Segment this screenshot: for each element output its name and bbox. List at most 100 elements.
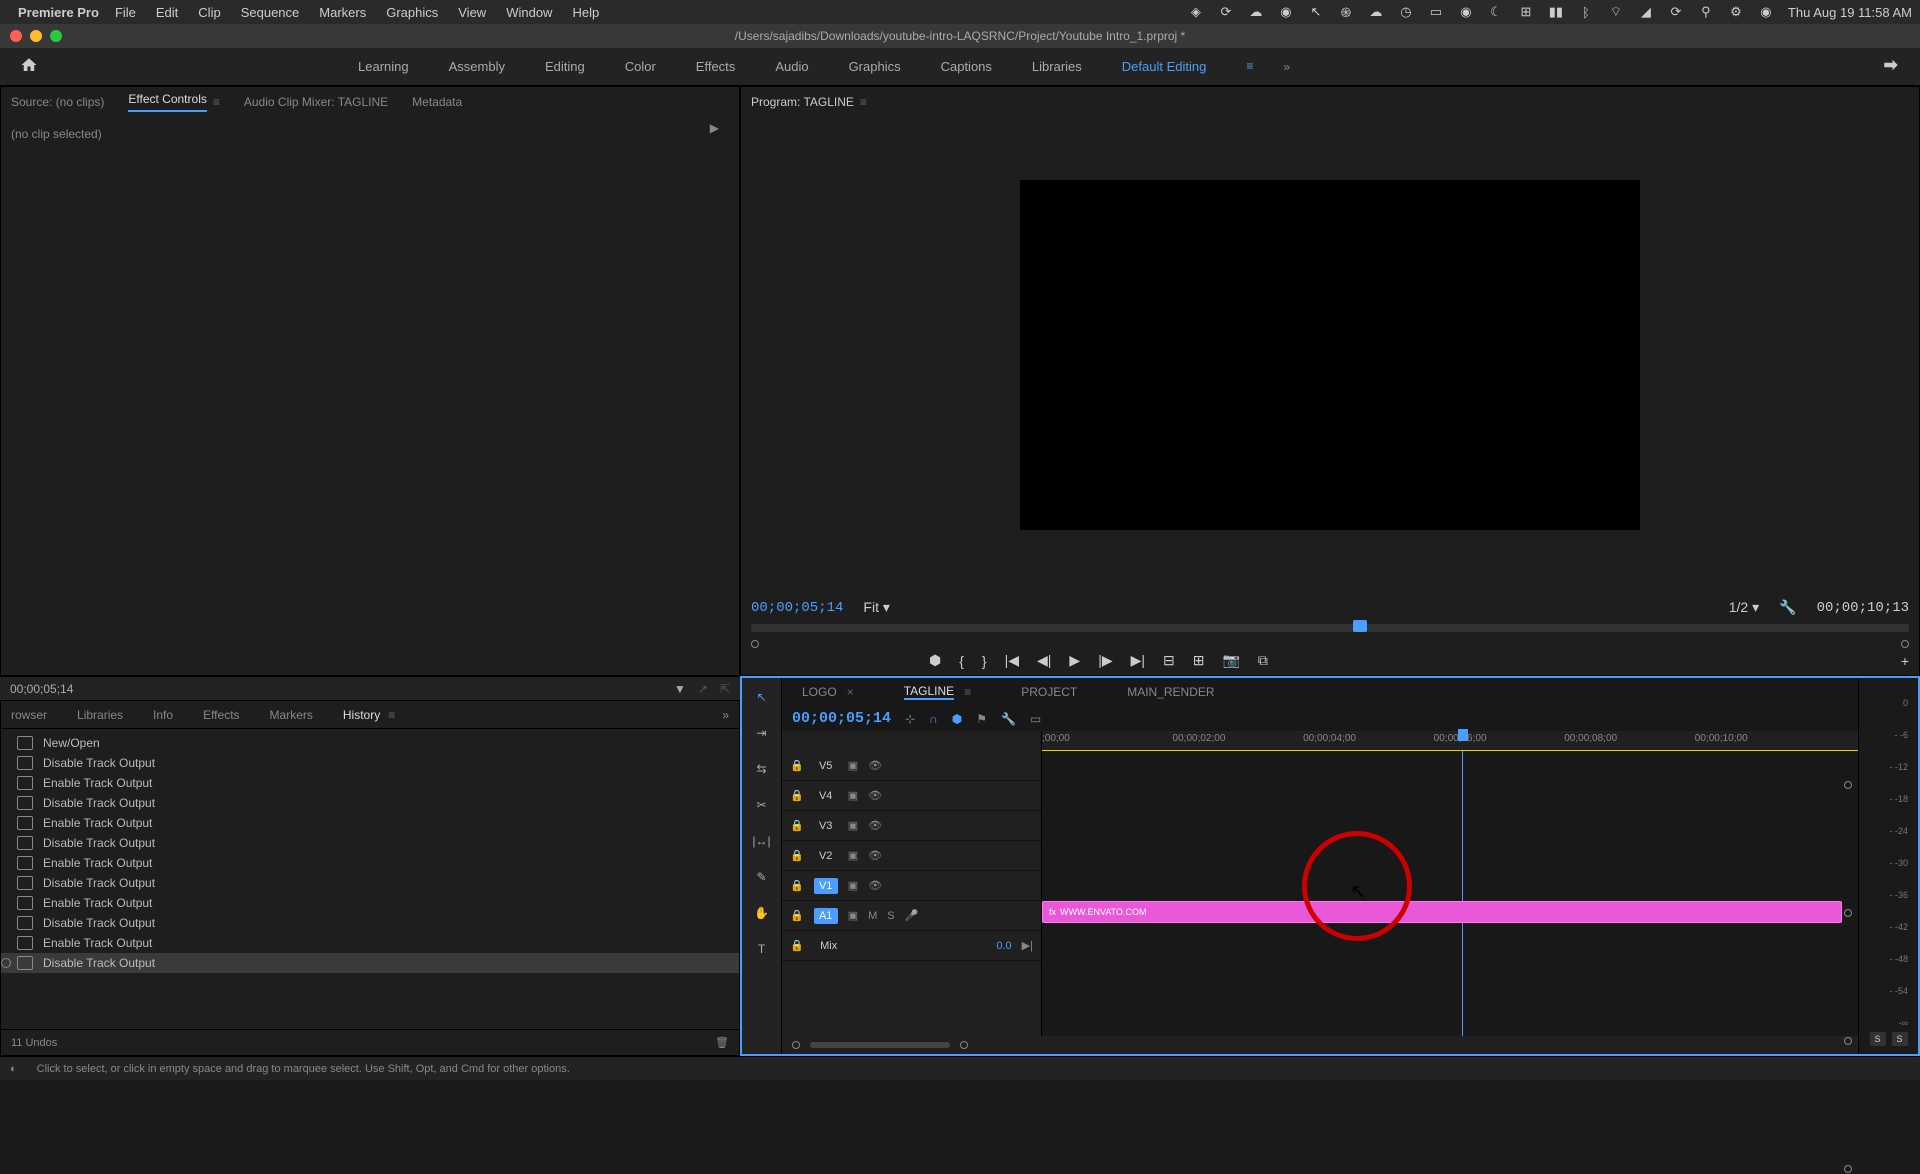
circle-icon[interactable]: ◉ xyxy=(1278,4,1294,20)
spiral-icon[interactable]: ֍ xyxy=(1338,4,1354,20)
menu-help[interactable]: Help xyxy=(572,5,599,20)
workspace-editing[interactable]: Editing xyxy=(545,59,585,74)
go-to-out-icon[interactable]: ▶| xyxy=(1131,652,1145,669)
marker-add-icon[interactable]: ⬢ xyxy=(952,712,962,726)
tab-metadata[interactable]: Metadata xyxy=(412,95,462,109)
search-icon[interactable]: ⚲ xyxy=(1698,4,1714,20)
menu-window[interactable]: Window xyxy=(506,5,552,20)
workspace-assembly[interactable]: Assembly xyxy=(449,59,505,74)
clock-icon[interactable]: ◷ xyxy=(1398,4,1414,20)
lock-icon[interactable]: 🔒 xyxy=(790,819,804,832)
fit-dropdown[interactable]: Fit ▾ xyxy=(863,599,889,616)
history-item[interactable]: New/Open xyxy=(1,733,739,753)
in-point-icon[interactable]: { xyxy=(959,653,964,669)
bluetooth-icon[interactable]: ᛒ xyxy=(1578,4,1594,20)
tab-libraries[interactable]: Libraries xyxy=(77,708,123,722)
home-icon[interactable] xyxy=(20,56,38,77)
time-ruler[interactable]: ;00;00 00;00;02;00 00;00;04;00 00;00;06;… xyxy=(1042,731,1858,751)
arrow-icon[interactable]: ↗ xyxy=(698,682,708,696)
extract-icon[interactable]: ⊞ xyxy=(1193,652,1205,669)
tab-effects[interactable]: Effects xyxy=(203,708,239,722)
sequence-tab-tagline[interactable]: TAGLINE xyxy=(904,684,954,700)
history-item[interactable]: Enable Track Output xyxy=(1,773,739,793)
eye-icon[interactable]: 👁 xyxy=(868,879,882,892)
target-icon[interactable]: ▣ xyxy=(848,789,858,802)
resolution-dropdown[interactable]: 1/2 ▾ xyxy=(1729,599,1759,616)
program-timecode[interactable]: 00;00;05;14 xyxy=(751,600,843,616)
workspace-captions[interactable]: Captions xyxy=(941,59,992,74)
volume-icon[interactable]: ◢ xyxy=(1638,4,1654,20)
track-v2[interactable]: 🔒V2▣👁 xyxy=(782,841,1041,871)
menu-markers[interactable]: Markers xyxy=(319,5,366,20)
history-item[interactable]: Disable Track Output xyxy=(1,913,739,933)
datetime[interactable]: Thu Aug 19 11:58 AM xyxy=(1788,5,1912,20)
history-item[interactable]: Disable Track Output xyxy=(1,753,739,773)
video-clip[interactable]: fx WWW.ENVATO.COM xyxy=(1042,901,1842,923)
target-icon[interactable]: ▣ xyxy=(848,759,858,772)
playhead-marker[interactable] xyxy=(1458,729,1468,741)
lock-icon[interactable]: 🔒 xyxy=(790,909,804,922)
menu-graphics[interactable]: Graphics xyxy=(386,5,438,20)
trash-icon[interactable]: 🗑 xyxy=(715,1036,729,1049)
close-button[interactable] xyxy=(10,30,22,42)
lock-icon[interactable]: 🔒 xyxy=(790,789,804,802)
slip-tool-icon[interactable]: |↔| xyxy=(751,830,773,852)
wrench-icon[interactable]: 🔧 xyxy=(1779,599,1796,616)
menu-view[interactable]: View xyxy=(458,5,486,20)
history-item[interactable]: Disable Track Output xyxy=(1,873,739,893)
dropbox-icon[interactable]: ◈ xyxy=(1188,4,1204,20)
selection-tool-icon[interactable]: ↖ xyxy=(751,686,773,708)
track-v4[interactable]: 🔒V4▣👁 xyxy=(782,781,1041,811)
wrench-icon[interactable]: 🔧 xyxy=(1001,712,1016,726)
razor-tool-icon[interactable]: ✂ xyxy=(751,794,773,816)
cc-icon[interactable]: ▭ xyxy=(1030,712,1041,726)
menu-clip[interactable]: Clip xyxy=(198,5,220,20)
workspace-default-editing[interactable]: Default Editing xyxy=(1122,59,1207,74)
lock-icon[interactable]: 🔒 xyxy=(790,879,804,892)
camera-icon[interactable]: 📷 xyxy=(1222,652,1239,669)
sequence-tab-logo[interactable]: LOGO xyxy=(802,685,837,699)
track-a1[interactable]: 🔒A1▣MS🎤 xyxy=(782,901,1041,931)
mix-value[interactable]: 0.0 xyxy=(996,940,1011,952)
sequence-tab-main-render[interactable]: MAIN_RENDER xyxy=(1127,685,1214,699)
hand-tool-icon[interactable]: ✋ xyxy=(751,902,773,924)
workspace-graphics[interactable]: Graphics xyxy=(849,59,901,74)
windows-icon[interactable]: ⊞ xyxy=(1518,4,1534,20)
panel-menu-icon[interactable]: ≡ xyxy=(964,685,971,699)
track-v1[interactable]: 🔒V1▣👁 xyxy=(782,871,1041,901)
linked-selection-icon[interactable]: ∩ xyxy=(929,712,938,726)
type-tool-icon[interactable]: T xyxy=(751,938,773,960)
cloud-icon[interactable]: ☁ xyxy=(1248,4,1264,20)
play-button[interactable]: ▶ xyxy=(1069,652,1080,669)
mute-icon[interactable]: M xyxy=(868,910,877,922)
refresh-icon[interactable]: ⟳ xyxy=(1668,4,1684,20)
wifi-icon[interactable]: ⌔ xyxy=(1608,4,1624,20)
sync-icon[interactable]: ⟳ xyxy=(1218,4,1234,20)
tab-markers[interactable]: Markers xyxy=(270,708,313,722)
panel-menu-icon[interactable]: ≡ xyxy=(213,95,220,109)
maximize-button[interactable] xyxy=(50,30,62,42)
step-forward-icon[interactable]: |▶ xyxy=(1098,652,1112,669)
cursor-icon[interactable]: ↖ xyxy=(1308,4,1324,20)
menu-file[interactable]: File xyxy=(115,5,136,20)
expand-icon[interactable]: ▶| xyxy=(1022,939,1033,952)
program-scrubber[interactable] xyxy=(751,624,1909,644)
export-icon[interactable]: ⇱ xyxy=(720,682,730,696)
app-name[interactable]: Premiere Pro xyxy=(18,5,99,20)
workspace-audio[interactable]: Audio xyxy=(775,59,808,74)
track-dot[interactable] xyxy=(1844,781,1852,789)
tab-browser[interactable]: rowser xyxy=(11,708,47,722)
workspace-learning[interactable]: Learning xyxy=(358,59,409,74)
solo-icon[interactable]: S xyxy=(887,910,894,922)
battery-icon[interactable]: ▮▮ xyxy=(1548,4,1564,20)
control-center-icon[interactable]: ⚙ xyxy=(1728,4,1744,20)
track-mix[interactable]: 🔒Mix0.0▶| xyxy=(782,931,1041,961)
eye-icon[interactable]: 👁 xyxy=(868,819,882,832)
lift-icon[interactable]: ⊟ xyxy=(1163,652,1175,669)
track-select-tool-icon[interactable]: ⇥ xyxy=(751,722,773,744)
history-item[interactable]: Disable Track Output xyxy=(1,793,739,813)
pen-tool-icon[interactable]: ✎ xyxy=(751,866,773,888)
history-item[interactable]: Enable Track Output xyxy=(1,813,739,833)
clip-area[interactable]: fx WWW.ENVATO.COM ↖ xyxy=(1042,751,1858,1036)
solo-left[interactable]: S xyxy=(1870,1032,1886,1046)
